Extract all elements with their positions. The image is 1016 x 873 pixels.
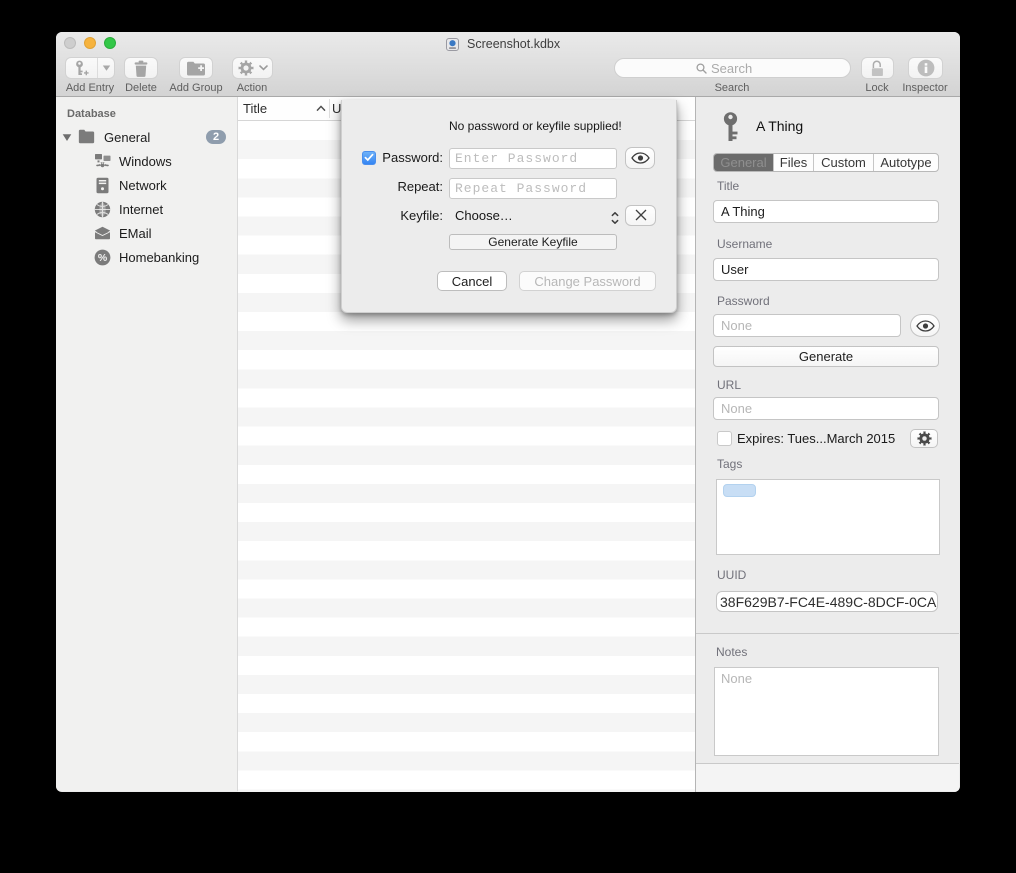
svg-text:%: % <box>98 252 108 264</box>
